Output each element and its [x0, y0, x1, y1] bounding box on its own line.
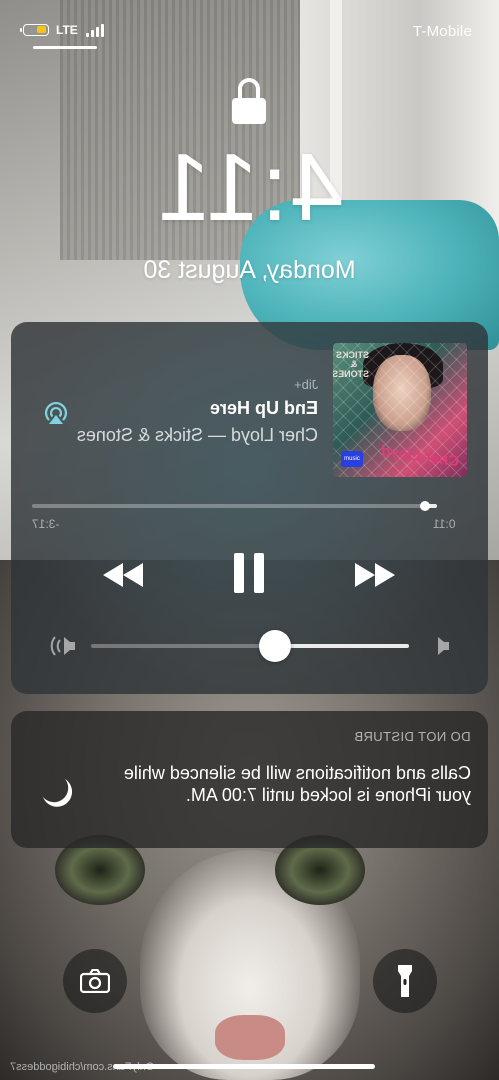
- speaker-high-icon: [50, 636, 75, 656]
- battery-level-fill: [37, 26, 46, 33]
- source-app-label: Jib+: [293, 377, 318, 392]
- playback-scrubber-knob[interactable]: [419, 501, 430, 511]
- now-playing-widget[interactable]: STICKS & STONES Cher Lloyd music Jib+ En…: [11, 322, 488, 694]
- carrier-name: T-Mobile: [412, 23, 472, 40]
- signal-icon: [86, 24, 104, 37]
- song-title: End Up Here: [209, 398, 318, 418]
- camera-icon: [80, 969, 110, 993]
- music-badge: music: [341, 451, 363, 467]
- watermark-text: OnlyFans.com/chibigoddess7: [10, 1061, 155, 1073]
- camera-button[interactable]: [63, 949, 127, 1013]
- lock-time: 4:11: [155, 134, 344, 241]
- dnd-notification[interactable]: DO NOT DISTURB Calls and notifications w…: [11, 711, 488, 848]
- dnd-body: Calls and notifications will be silenced…: [123, 763, 471, 805]
- elapsed-time: 0:11: [433, 517, 456, 531]
- album-art[interactable]: STICKS & STONES Cher Lloyd music: [333, 343, 467, 477]
- volume-slider[interactable]: [91, 630, 409, 662]
- dnd-title: DO NOT DISTURB: [354, 729, 471, 744]
- pause-icon[interactable]: [229, 551, 269, 595]
- network-type: LTE: [56, 23, 78, 37]
- playback-scrubber[interactable]: [32, 501, 437, 511]
- rewind-icon[interactable]: [351, 555, 397, 595]
- speaker-low-icon: [438, 637, 449, 655]
- album-art-title: STICKS & STONES: [333, 350, 369, 379]
- moon-icon: [43, 779, 73, 807]
- lock-icon: [232, 78, 266, 124]
- artist-album: Cher Lloyd — Sticks & Stones: [76, 425, 318, 445]
- control-center-indicator[interactable]: [33, 46, 97, 49]
- battery-icon: [20, 24, 49, 36]
- remaining-time: -3:17: [32, 517, 60, 531]
- status-bar: LTE T-Mobile: [0, 0, 499, 50]
- volume-fill: [275, 644, 409, 648]
- wallpaper-cat-nose: [215, 1015, 285, 1060]
- airplay-icon[interactable]: [41, 398, 71, 428]
- flashlight-button[interactable]: [373, 949, 437, 1013]
- fast-forward-icon[interactable]: [101, 555, 147, 595]
- flashlight-icon: [398, 965, 412, 997]
- lock-date: Monday, August 30: [143, 256, 356, 284]
